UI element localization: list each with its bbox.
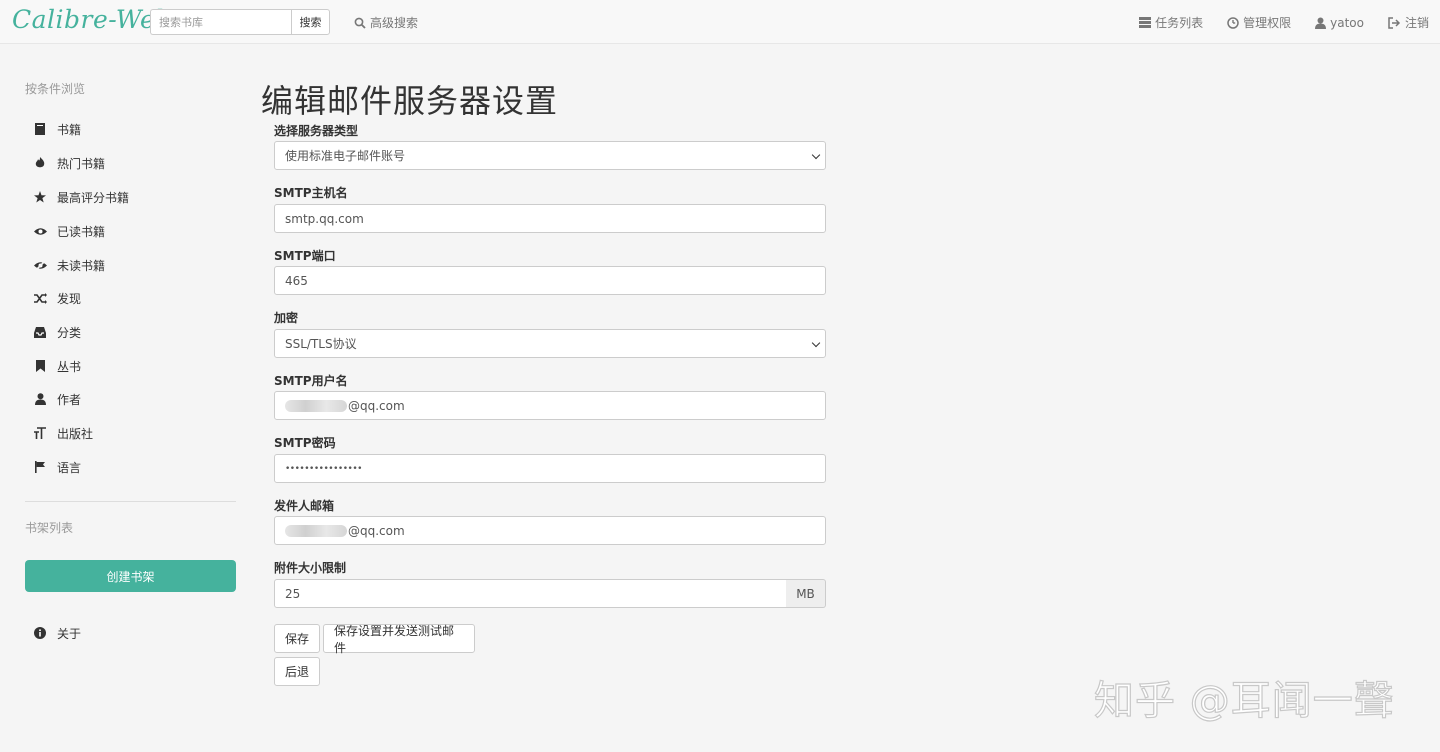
port-label: SMTP端口	[274, 249, 336, 263]
save-test-button[interactable]: 保存设置并发送测试邮件	[323, 624, 475, 655]
username-value: @qq.com	[348, 398, 405, 413]
page-title: 编辑邮件服务器设置	[261, 82, 559, 120]
sidebar-item-books[interactable]: 书籍	[33, 120, 81, 138]
sidebar-item-series[interactable]: 丛书	[33, 357, 81, 375]
redacted-text	[285, 399, 347, 412]
user-icon	[1315, 17, 1327, 29]
sidebar-item-category[interactable]: 分类	[33, 323, 81, 341]
sidebar-item-authors[interactable]: 作者	[33, 390, 81, 408]
create-shelf-button[interactable]: 创建书架	[25, 560, 236, 592]
server-type-label: 选择服务器类型	[274, 124, 359, 138]
nav-logout-label: 注销	[1404, 16, 1429, 30]
server-type-select[interactable]: 使用标准电子邮件账号	[274, 141, 826, 170]
size-value: 25	[285, 586, 301, 601]
sidebar-item-label: 分类	[57, 325, 82, 340]
search-button[interactable]: 搜索	[291, 9, 330, 35]
host-label: SMTP主机名	[274, 186, 348, 200]
sender-value: @qq.com	[348, 523, 405, 538]
encryption-select[interactable]: SSL/TLS协议	[274, 329, 826, 358]
encryption-label: 加密	[274, 311, 299, 325]
star-icon	[33, 191, 47, 203]
redacted-text	[285, 524, 347, 537]
user-icon	[33, 393, 47, 405]
save-button[interactable]: 保存	[274, 624, 320, 653]
sidebar: 按条件浏览 书籍 热门书籍 最高评分书籍 已读书籍 未读书籍 发现 分类 丛书 …	[0, 44, 250, 752]
back-button[interactable]: 后退	[274, 657, 320, 686]
search-input[interactable]	[150, 9, 291, 35]
navbar-right: 任务列表 管理权限 yatoo 注销	[1139, 14, 1429, 31]
sidebar-item-hot[interactable]: 热门书籍	[33, 154, 105, 172]
flag-icon	[33, 461, 47, 473]
sidebar-item-label: 丛书	[57, 359, 82, 374]
nav-admin-label: 管理权限	[1243, 16, 1292, 30]
sidebar-divider	[25, 501, 236, 502]
sidebar-item-label: 已读书籍	[57, 224, 106, 239]
inbox-icon	[33, 326, 47, 338]
nav-user-label: yatoo	[1330, 15, 1364, 30]
nav-tasks[interactable]: 任务列表	[1139, 14, 1203, 31]
bookmark-icon	[33, 360, 47, 372]
sidebar-item-label: 发现	[57, 291, 82, 306]
sidebar-item-read[interactable]: 已读书籍	[33, 222, 105, 240]
username-input[interactable]: @qq.com	[274, 391, 826, 420]
sidebar-item-label: 作者	[57, 392, 82, 407]
brand-logo[interactable]: Calibre-Web	[12, 5, 172, 34]
sidebar-item-label: 最高评分书籍	[57, 190, 130, 205]
sidebar-item-label: 关于	[57, 626, 82, 641]
nav-tasks-label: 任务列表	[1155, 16, 1204, 30]
tasks-icon	[1139, 17, 1152, 28]
sender-input[interactable]: @qq.com	[274, 516, 826, 545]
search-icon	[354, 17, 366, 29]
sidebar-item-languages[interactable]: 语言	[33, 458, 81, 476]
size-label: 附件大小限制	[274, 561, 347, 575]
password-label: SMTP密码	[274, 436, 336, 450]
book-icon	[33, 123, 47, 135]
search-form: 搜索	[150, 9, 330, 35]
shelves-heading: 书架列表	[25, 521, 74, 535]
sidebar-item-label: 语言	[57, 460, 82, 475]
host-value: smtp.qq.com	[285, 211, 364, 226]
port-input[interactable]: 465	[274, 266, 826, 295]
nav-user[interactable]: yatoo	[1315, 14, 1364, 31]
nav-admin[interactable]: 管理权限	[1227, 14, 1291, 31]
eye-slash-icon	[33, 259, 47, 271]
sidebar-item-label: 未读书籍	[57, 258, 106, 273]
nav-logout[interactable]: 注销	[1388, 14, 1429, 31]
info-icon	[33, 627, 47, 639]
top-navbar: Calibre-Web 搜索 高级搜索 任务列表 管理权限	[0, 0, 1440, 44]
random-icon	[33, 292, 47, 304]
sidebar-item-discover[interactable]: 发现	[33, 289, 81, 307]
sidebar-item-top-rated[interactable]: 最高评分书籍	[33, 188, 129, 206]
sidebar-item-label: 出版社	[57, 426, 94, 441]
sidebar-item-publishers[interactable]: 出版社	[33, 424, 93, 442]
username-label: SMTP用户名	[274, 374, 348, 388]
browse-heading: 按条件浏览	[25, 82, 86, 96]
password-value: ••••••••••••••••	[285, 463, 362, 474]
sidebar-item-label: 书籍	[57, 122, 82, 137]
sidebar-item-label: 热门书籍	[57, 156, 106, 171]
sender-label: 发件人邮箱	[274, 499, 335, 513]
server-type-value: 使用标准电子邮件账号	[285, 149, 406, 163]
fire-icon	[33, 157, 47, 169]
advanced-search-link[interactable]: 高级搜索	[354, 14, 418, 31]
encryption-value: SSL/TLS协议	[285, 337, 357, 351]
host-input[interactable]: smtp.qq.com	[274, 204, 826, 233]
sidebar-item-about[interactable]: 关于	[33, 624, 81, 642]
advanced-search-label: 高级搜索	[370, 16, 419, 30]
size-input[interactable]: 25	[274, 579, 787, 608]
text-size-icon	[33, 427, 47, 439]
port-value: 465	[285, 273, 308, 288]
size-unit-addon: MB	[786, 579, 826, 608]
password-input[interactable]: ••••••••••••••••	[274, 454, 826, 483]
eye-icon	[33, 225, 47, 237]
watermark: 知乎 @耳闻一聲	[1093, 677, 1395, 724]
dashboard-icon	[1227, 16, 1239, 29]
logout-icon	[1388, 16, 1401, 29]
sidebar-item-unread[interactable]: 未读书籍	[33, 256, 105, 274]
